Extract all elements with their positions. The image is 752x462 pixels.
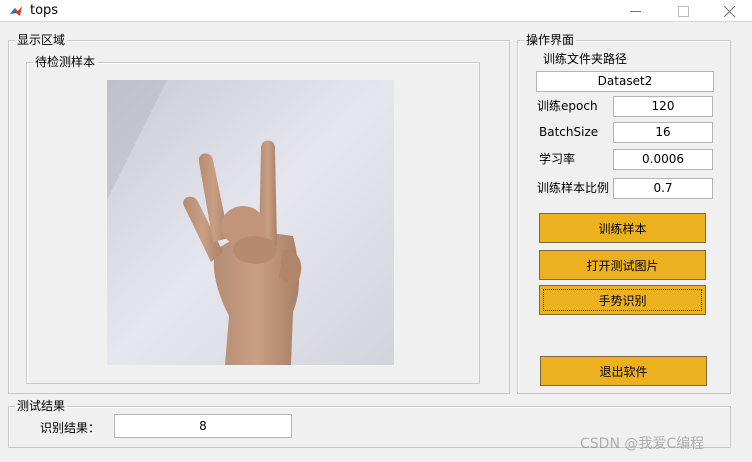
title-bar: tops — [0, 0, 752, 22]
watermark: CSDN @我爱C编程 — [580, 436, 705, 452]
epoch-field[interactable]: 120 — [613, 96, 713, 117]
close-button[interactable] — [706, 0, 752, 22]
path-label: 训练文件夹路径 — [543, 52, 628, 66]
hand-gesture-image — [107, 80, 394, 365]
learning-rate-label: 学习率 — [539, 152, 576, 166]
open-test-image-button[interactable]: 打开测试图片 — [539, 250, 706, 280]
minimize-icon — [629, 10, 641, 12]
batch-size-field[interactable]: 16 — [613, 122, 713, 143]
sample-panel-title: 待检测样本 — [33, 54, 98, 70]
maximize-button[interactable] — [660, 0, 706, 22]
operation-panel-title: 操作界面 — [524, 32, 577, 48]
gesture-recognition-button[interactable]: 手势识别 — [539, 285, 706, 315]
batch-size-label: BatchSize — [539, 125, 599, 139]
train-samples-button-label: 训练样本 — [598, 221, 647, 236]
gesture-recognition-button-label: 手势识别 — [598, 293, 647, 308]
learning-rate-field[interactable]: 0.0006 — [613, 149, 713, 170]
close-icon — [723, 5, 735, 17]
result-field: 8 — [114, 414, 292, 438]
open-test-image-button-label: 打开测试图片 — [586, 258, 659, 273]
result-label: 识别结果： — [40, 421, 101, 435]
train-samples-button[interactable]: 训练样本 — [539, 213, 706, 243]
matlab-icon — [10, 6, 22, 16]
train-ratio-field[interactable]: 0.7 — [613, 178, 713, 199]
minimize-button[interactable] — [612, 0, 658, 22]
sample-image — [107, 80, 394, 365]
test-results-title: 测试结果 — [15, 398, 68, 414]
epoch-label: 训练epoch — [537, 99, 598, 113]
maximize-icon — [677, 5, 689, 17]
path-field[interactable]: Dataset2 — [536, 71, 714, 92]
exit-software-button[interactable]: 退出软件 — [540, 356, 707, 386]
display-area-title: 显示区域 — [15, 32, 68, 48]
exit-software-button-label: 退出软件 — [599, 364, 648, 379]
train-ratio-label: 训练样本比例 — [537, 181, 610, 195]
window-title: tops — [30, 3, 59, 18]
